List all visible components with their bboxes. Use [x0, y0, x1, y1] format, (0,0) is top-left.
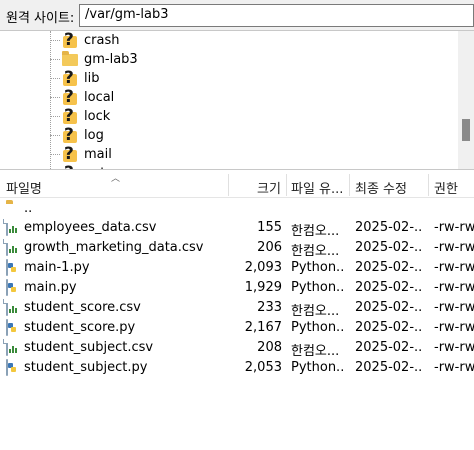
- file-list-header: ︿ 파일명 크기 파일 유... 최종 수정 권한: [0, 172, 474, 198]
- tree-item-label: crash: [84, 33, 120, 48]
- remote-site-label: 원격 사이트:: [6, 11, 75, 26]
- python-file-icon: [6, 259, 20, 276]
- unknown-folder-icon: ?: [61, 107, 79, 125]
- file-permissions: -rw-rw: [434, 300, 474, 315]
- directory-tree: ? crash gm-lab3 ? lib ? local ? lock ? l…: [0, 30, 474, 170]
- tree-item-log[interactable]: ? log: [50, 126, 104, 145]
- file-name: student_subject.csv: [24, 340, 154, 355]
- sort-ascending-icon: ︿: [111, 174, 121, 184]
- file-row[interactable]: student_score.py 2,167 Python... 2025-02…: [0, 318, 474, 338]
- file-row[interactable]: growth_marketing_data.csv 206 한컴오... 202…: [0, 238, 474, 259]
- file-row[interactable]: main-1.py 2,093 Python... 2025-02-... -r…: [0, 258, 474, 278]
- file-name: student_score.csv: [24, 300, 141, 315]
- tree-item-lock[interactable]: ? lock: [50, 107, 110, 126]
- file-size: 206: [257, 240, 282, 255]
- file-list: ︿ 파일명 크기 파일 유... 최종 수정 권한 .. employees_d…: [0, 172, 474, 450]
- tree-item-local[interactable]: ? local: [50, 88, 114, 107]
- column-header-modified[interactable]: 최종 수정: [355, 178, 407, 197]
- file-name: growth_marketing_data.csv: [24, 240, 204, 255]
- file-size: 2,093: [244, 260, 282, 275]
- file-type: 한컴오...: [291, 244, 340, 259]
- file-size: 208: [257, 340, 282, 355]
- folder-icon: [6, 203, 20, 219]
- tree-item-lib[interactable]: ? lib: [50, 69, 99, 88]
- folder-icon: [61, 50, 79, 68]
- file-type: Python...: [291, 320, 343, 335]
- column-header-size[interactable]: 크기: [257, 178, 281, 197]
- file-permissions: -rw-rw: [434, 360, 474, 375]
- python-file-icon: [6, 279, 20, 296]
- tree-item-label: mail: [84, 147, 112, 162]
- file-row[interactable]: student_subject.py 2,053 Python... 2025-…: [0, 358, 474, 378]
- file-row[interactable]: employees_data.csv 155 한컴오... 2025-02-..…: [0, 218, 474, 239]
- file-name: student_subject.py: [24, 360, 148, 375]
- python-file-icon: [6, 319, 20, 336]
- file-permissions: -rw-rw: [434, 260, 474, 275]
- column-header-type[interactable]: 파일 유...: [291, 178, 343, 197]
- file-name: main-1.py: [24, 260, 90, 275]
- file-permissions: -rw-rw: [434, 340, 474, 355]
- file-name: ..: [24, 201, 33, 216]
- csv-file-icon: [6, 339, 20, 356]
- tree-item-label: gm-lab3: [84, 52, 138, 67]
- tree-scrollbar-thumb[interactable]: [462, 119, 470, 141]
- tree-item-label: opt: [84, 166, 105, 169]
- file-type: Python...: [291, 360, 343, 375]
- file-permissions: -rw-rw: [434, 320, 474, 335]
- csv-file-icon: [6, 299, 20, 316]
- tree-item-gm-lab3[interactable]: gm-lab3: [50, 50, 138, 69]
- unknown-folder-icon: ?: [61, 69, 79, 87]
- remote-site-bar: 원격 사이트: /var/gm-lab3: [0, 0, 474, 30]
- file-type: Python...: [291, 260, 343, 275]
- file-permissions: -rw-rw: [434, 280, 474, 295]
- file-type: Python...: [291, 280, 343, 295]
- file-modified: 2025-02-...: [355, 220, 422, 235]
- file-modified: 2025-02-...: [355, 280, 422, 295]
- file-name: student_score.py: [24, 320, 136, 335]
- file-name: main.py: [24, 280, 77, 295]
- file-row[interactable]: student_score.csv 233 한컴오... 2025-02-...…: [0, 298, 474, 319]
- file-size: 1,929: [244, 280, 282, 295]
- tree-item-mail[interactable]: ? mail: [50, 145, 112, 164]
- file-type: 한컴오...: [291, 304, 340, 319]
- csv-file-icon: [6, 239, 20, 256]
- file-permissions: -rw-rw: [434, 220, 474, 235]
- file-modified: 2025-02-...: [355, 340, 422, 355]
- unknown-folder-icon: ?: [61, 88, 79, 106]
- parent-directory-row[interactable]: ..: [0, 199, 474, 219]
- file-type: 한컴오...: [291, 344, 340, 359]
- file-size: 2,167: [244, 320, 282, 335]
- file-permissions: -rw-rw: [434, 240, 474, 255]
- unknown-folder-icon: ?: [61, 164, 79, 169]
- file-modified: 2025-02-...: [355, 360, 422, 375]
- tree-item-label: lock: [84, 109, 111, 124]
- file-modified: 2025-02-...: [355, 260, 422, 275]
- file-modified: 2025-02-...: [355, 300, 422, 315]
- file-row[interactable]: main.py 1,929 Python... 2025-02-... -rw-…: [0, 278, 474, 298]
- file-name: employees_data.csv: [24, 220, 157, 235]
- column-header-permissions[interactable]: 권한: [434, 178, 458, 197]
- file-modified: 2025-02-...: [355, 320, 422, 335]
- csv-file-icon: [6, 219, 20, 236]
- unknown-folder-icon: ?: [61, 126, 79, 144]
- file-size: 155: [257, 220, 282, 235]
- unknown-folder-icon: ?: [61, 145, 79, 163]
- tree-item-label: local: [84, 90, 115, 105]
- file-row[interactable]: student_subject.csv 208 한컴오... 2025-02-.…: [0, 338, 474, 359]
- unknown-folder-icon: ?: [61, 31, 79, 49]
- file-type: 한컴오...: [291, 224, 340, 239]
- file-size: 233: [257, 300, 282, 315]
- python-file-icon: [6, 359, 20, 376]
- tree-item-label: lib: [84, 71, 100, 86]
- column-header-name[interactable]: 파일명: [6, 178, 42, 197]
- tree-scrollbar[interactable]: [458, 31, 474, 169]
- tree-item-crash[interactable]: ? crash: [50, 31, 119, 50]
- file-size: 2,053: [244, 360, 282, 375]
- remote-path-input[interactable]: /var/gm-lab3: [79, 4, 474, 27]
- file-modified: 2025-02-...: [355, 240, 422, 255]
- tree-item-label: log: [84, 128, 104, 143]
- tree-item-opt[interactable]: ? opt: [50, 164, 105, 169]
